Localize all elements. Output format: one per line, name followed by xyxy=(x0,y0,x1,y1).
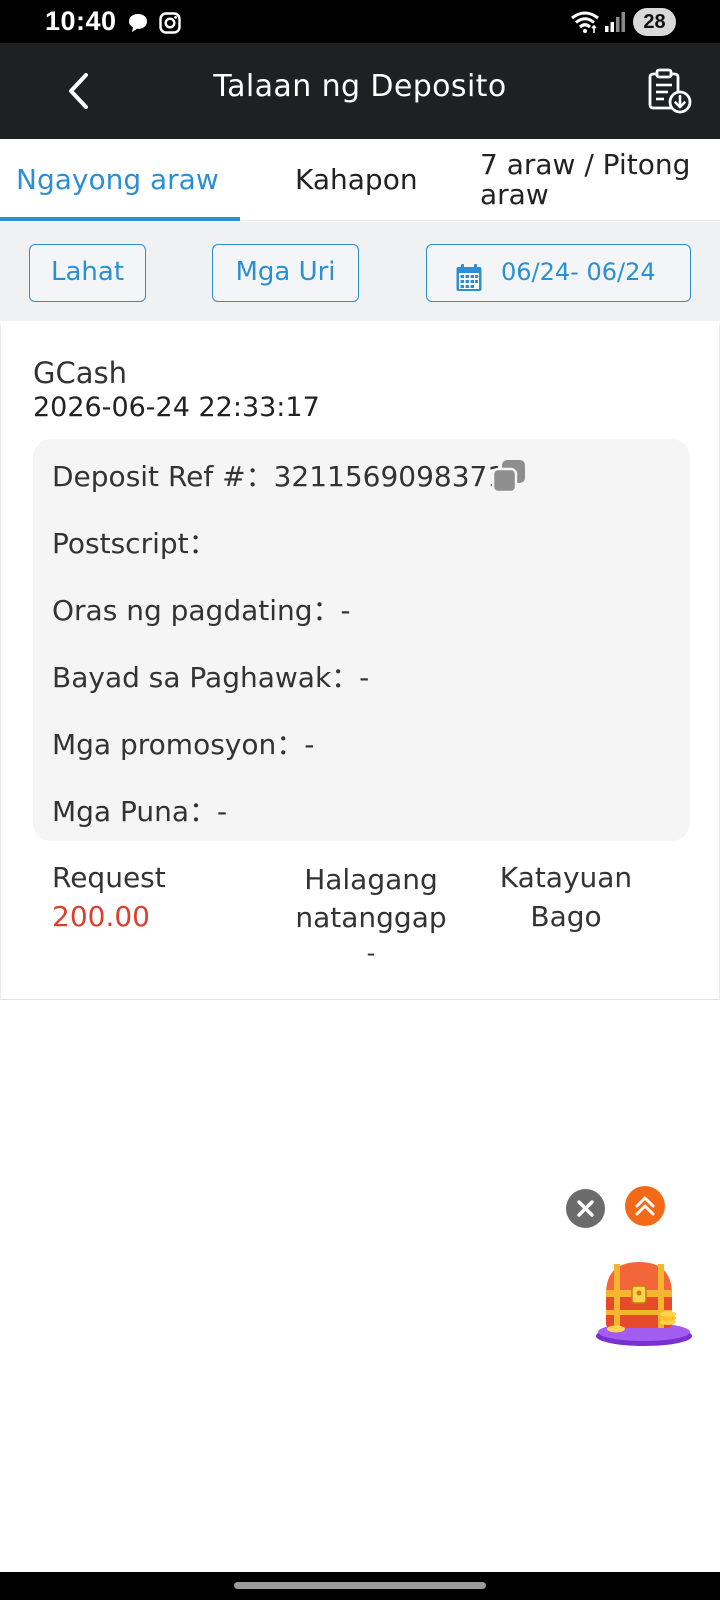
tab-yesterday[interactable]: Kahapon xyxy=(295,163,418,196)
handling-fee-value: - xyxy=(359,661,370,694)
status-label: Katayuan xyxy=(499,861,633,894)
status-bar: 10:40 28 xyxy=(0,0,720,43)
remarks-value: - xyxy=(217,795,228,828)
double-chevron-up-icon xyxy=(635,1196,655,1216)
remarks-row: Mga Puna：- xyxy=(52,790,227,830)
scroll-top-button[interactable] xyxy=(625,1186,665,1226)
arrival-time-row: Oras ng pagdating：- xyxy=(52,589,351,629)
status-time: 10:40 xyxy=(45,6,117,36)
promotions-row: Mga promosyon：- xyxy=(52,723,314,763)
instagram-icon xyxy=(158,11,182,39)
status-value: Bago xyxy=(530,900,602,933)
arrival-time-value: - xyxy=(340,594,351,627)
deposit-ref-value: 3211569098371 xyxy=(273,460,506,493)
handling-fee-row: Bayad sa Paghawak：- xyxy=(52,656,369,696)
system-nav-bar xyxy=(0,1572,720,1600)
request-label: Request xyxy=(52,861,166,894)
date-range-label: 06/24- 06/24 xyxy=(501,258,656,286)
handling-fee-label: Bayad sa Paghawak： xyxy=(52,661,360,694)
period-tabs: Ngayong araw Kahapon 7 araw / Pitong ara… xyxy=(0,139,720,221)
tab-today[interactable]: Ngayong araw xyxy=(16,163,219,196)
calendar-icon xyxy=(455,258,483,313)
filter-all-button[interactable]: Lahat xyxy=(29,244,146,302)
tab-seven-days[interactable]: 7 araw / Pitong araw xyxy=(480,150,715,210)
page-title: Talaan ng Deposito xyxy=(213,69,507,104)
home-gesture-handle[interactable] xyxy=(234,1582,486,1589)
chat-bubble-icon xyxy=(127,12,149,38)
wifi-icon xyxy=(570,10,600,38)
deposit-ref-label: Deposit Ref #： xyxy=(52,460,274,493)
copy-icon[interactable] xyxy=(491,458,527,498)
postscript-row: Postscript： xyxy=(52,522,217,562)
treasure-chest-promo[interactable] xyxy=(592,1250,696,1354)
close-icon xyxy=(577,1200,594,1217)
postscript-label: Postscript： xyxy=(52,527,217,560)
date-range-button[interactable]: 06/24- 06/24 xyxy=(426,244,691,302)
battery-indicator: 28 xyxy=(633,8,676,36)
request-amount: 200.00 xyxy=(52,900,150,933)
received-amount: - xyxy=(366,939,376,967)
app-header: Talaan ng Deposito xyxy=(0,43,720,139)
received-amount-label: Halagang natanggap xyxy=(295,863,447,934)
download-record-button[interactable] xyxy=(646,67,694,115)
filter-bar: Lahat Mga Uri 06/24- 06/24 xyxy=(0,222,720,321)
close-floating-button[interactable] xyxy=(566,1189,605,1228)
deposit-ref-row: Deposit Ref #：3211569098371 xyxy=(52,455,505,495)
signal-icon xyxy=(604,11,626,37)
remarks-label: Mga Puna： xyxy=(52,795,218,828)
active-tab-indicator xyxy=(0,217,240,221)
filter-types-button[interactable]: Mga Uri xyxy=(212,244,359,302)
clipboard-download-icon xyxy=(648,68,692,114)
treasure-chest-icon xyxy=(596,1262,692,1346)
arrival-time-label: Oras ng pagdating： xyxy=(52,594,341,627)
record-datetime: 2026-06-24 22:33:17 xyxy=(33,392,320,423)
promotions-label: Mga promosyon： xyxy=(52,728,305,761)
deposit-record-card: GCash 2026-06-24 22:33:17 Deposit Ref #：… xyxy=(0,324,720,1000)
promotions-value: - xyxy=(304,728,315,761)
payment-method: GCash xyxy=(33,356,127,390)
record-details: Deposit Ref #：3211569098371 Postscript： … xyxy=(33,439,690,841)
